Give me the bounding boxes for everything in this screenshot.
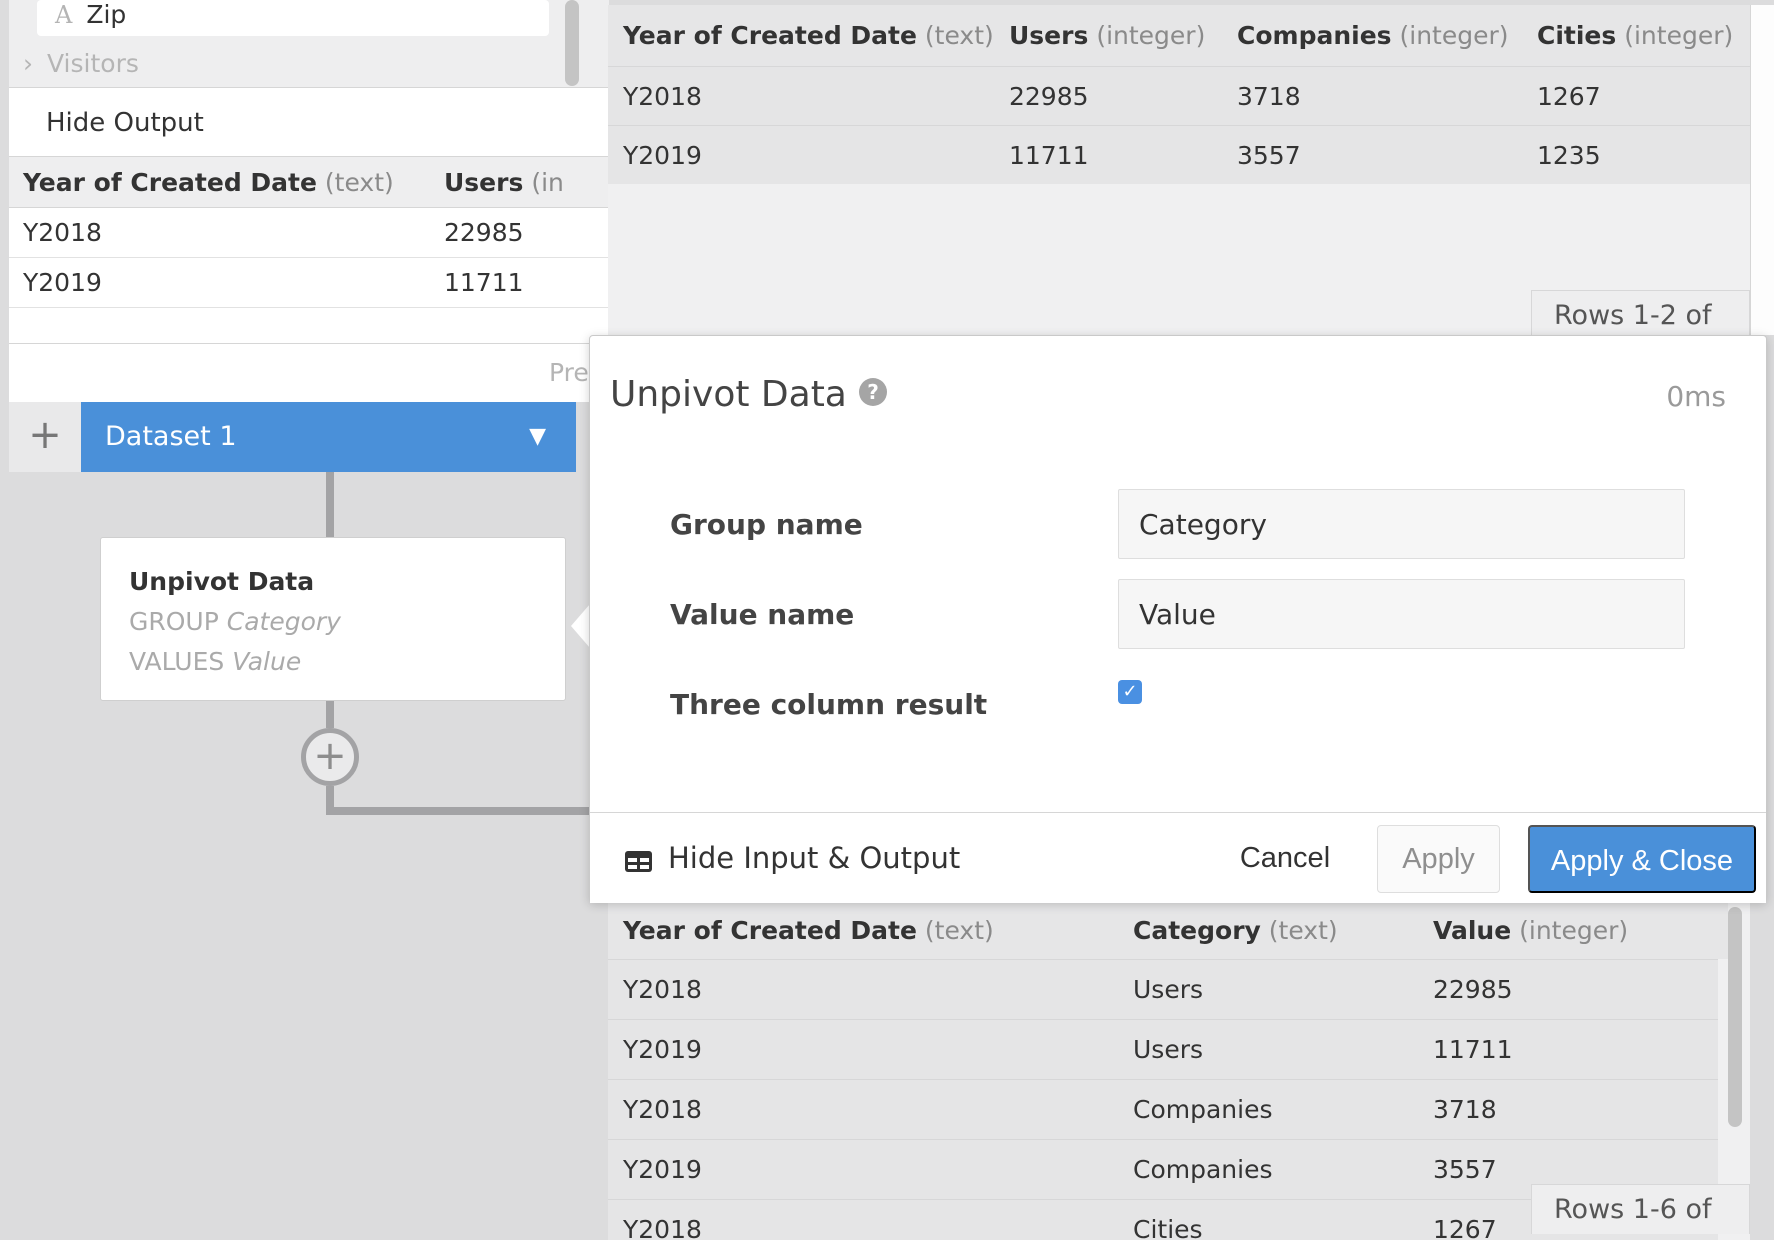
- table-cell: 11711: [1009, 141, 1089, 170]
- table-cell: 1267: [1537, 82, 1601, 111]
- table-cell: Y2018: [623, 1095, 702, 1124]
- timing-label: 0ms: [1666, 380, 1726, 413]
- column-header-value: Value (integer): [1433, 916, 1629, 945]
- table-cell: Y2018: [623, 1215, 702, 1240]
- pagination-text: Pre: [549, 358, 589, 387]
- group-name-input[interactable]: [1118, 489, 1685, 559]
- schema-list: A Zip › Visitors: [9, 0, 609, 87]
- schema-field-zip[interactable]: A Zip: [37, 0, 549, 36]
- table-cell: Y2018: [23, 218, 102, 247]
- table-row: Y2018 22985: [9, 208, 609, 258]
- input-table-header: Year of Created Date (text) Users (in: [9, 157, 609, 208]
- schema-field-label: Zip: [86, 0, 127, 29]
- hide-input-output-toggle[interactable]: Hide Input & Output: [625, 813, 960, 903]
- table-cell: Y2018: [623, 82, 702, 111]
- step-values-summary: VALUES Value: [129, 647, 302, 676]
- text-type-icon: A: [55, 1, 73, 29]
- value-name-label: Value name: [670, 598, 855, 631]
- table-cell: Y2019: [623, 1035, 702, 1064]
- caret-down-icon[interactable]: ▼: [529, 402, 546, 472]
- table-row: Y2019 11711 3557 1235: [608, 125, 1750, 184]
- value-name-input[interactable]: [1118, 579, 1685, 649]
- column-header-users: Users (integer): [1009, 21, 1206, 50]
- table-cell: Y2019: [623, 141, 702, 170]
- right-edge-panel: [1750, 5, 1774, 335]
- column-header-cities: Cities (integer): [1537, 21, 1734, 50]
- table-cell: Y2019: [23, 268, 102, 297]
- output-preview-bottom: Year of Created Date (text) Category (te…: [608, 903, 1750, 1240]
- flow-connector: [326, 701, 334, 728]
- three-column-checkbox[interactable]: ✓: [1118, 680, 1142, 704]
- group-name-label: Group name: [670, 508, 863, 541]
- output-table-header: Year of Created Date (text) Users (integ…: [608, 5, 1750, 66]
- output-table-header: Year of Created Date (text) Category (te…: [608, 903, 1728, 959]
- table-cell: 22985: [1009, 82, 1089, 111]
- table-cell: 3557: [1237, 141, 1301, 170]
- apply-button[interactable]: Apply: [1377, 825, 1500, 893]
- hide-output-toggle[interactable]: Hide Output: [9, 87, 609, 157]
- add-dataset-button[interactable]: +: [9, 402, 81, 472]
- schema-scrollbar[interactable]: [565, 0, 579, 86]
- column-header-year: Year of Created Date (text): [23, 168, 394, 197]
- table-row: Y2019 11711: [9, 258, 609, 308]
- help-icon[interactable]: ?: [859, 378, 887, 406]
- table-cell: 11711: [444, 268, 524, 297]
- row-count-badge: Rows 1-2 of 2: [1531, 290, 1750, 335]
- table-cell: 1267: [1433, 1215, 1497, 1240]
- flow-connector: [326, 472, 334, 537]
- table-cell: 22985: [444, 218, 524, 247]
- input-table-footer: Pre: [9, 343, 609, 402]
- table-cell: 11711: [1433, 1035, 1513, 1064]
- unpivot-data-dialog: Unpivot Data ? 0ms Group name Value name…: [589, 335, 1767, 903]
- column-header-companies: Companies (integer): [1237, 21, 1509, 50]
- add-step-icon[interactable]: +: [301, 728, 359, 786]
- table-cell: Users: [1133, 1035, 1204, 1064]
- table-row: Y2018 Users 22985: [608, 959, 1718, 1019]
- table-cell: 3557: [1433, 1155, 1497, 1184]
- table-cell: Companies: [1133, 1095, 1273, 1124]
- table-cell: Cities: [1133, 1215, 1203, 1240]
- table-icon: [625, 850, 652, 872]
- apply-and-close-button[interactable]: Apply & Close: [1528, 825, 1756, 893]
- table-cell: Y2019: [623, 1155, 702, 1184]
- table-cell: 3718: [1433, 1095, 1497, 1124]
- step-group-summary: GROUP Category: [129, 607, 341, 636]
- column-header-users: Users (in: [444, 168, 564, 197]
- table-row: Y2018 22985 3718 1267: [608, 66, 1750, 125]
- table-cell: Users: [1133, 975, 1204, 1004]
- dataset-tab-label: Dataset 1: [105, 421, 237, 452]
- dialog-title: Unpivot Data: [610, 374, 847, 415]
- step-card-unpivot[interactable]: Unpivot Data GROUP Category VALUES Value: [100, 537, 566, 701]
- schema-group-label: Visitors: [47, 49, 139, 78]
- chevron-right-icon: ›: [23, 49, 33, 78]
- cancel-button[interactable]: Cancel: [1210, 825, 1360, 891]
- input-panel: A Zip › Visitors Hide Output Year of Creat…: [9, 0, 609, 402]
- schema-group-visitors[interactable]: › Visitors: [23, 49, 139, 78]
- column-header-year: Year of Created Date (text): [623, 21, 994, 50]
- row-count-badge: Rows 1-6 of 6: [1531, 1184, 1750, 1234]
- table-cell: Companies: [1133, 1155, 1273, 1184]
- hide-input-output-label: Hide Input & Output: [668, 841, 961, 875]
- table-cell: Y2018: [623, 975, 702, 1004]
- column-header-category: Category (text): [1133, 916, 1338, 945]
- flow-connector: [326, 807, 591, 815]
- table-row: Y2019 Users 11711: [608, 1019, 1718, 1079]
- dialog-footer: Hide Input & Output Cancel Apply Apply &…: [590, 812, 1766, 903]
- table-cell: 22985: [1433, 975, 1513, 1004]
- output-scrollbar[interactable]: [1728, 907, 1742, 1127]
- step-title: Unpivot Data: [129, 567, 315, 596]
- table-row: Y2018 Companies 3718: [608, 1079, 1718, 1139]
- table-cell: 1235: [1537, 141, 1601, 170]
- popover-arrow: [571, 604, 590, 648]
- dataset-tab[interactable]: Dataset 1 ▼: [81, 402, 576, 472]
- output-preview-top: Year of Created Date (text) Users (integ…: [608, 5, 1750, 335]
- table-cell: 3718: [1237, 82, 1301, 111]
- column-header-year: Year of Created Date (text): [623, 916, 994, 945]
- three-column-label: Three column result: [670, 688, 988, 721]
